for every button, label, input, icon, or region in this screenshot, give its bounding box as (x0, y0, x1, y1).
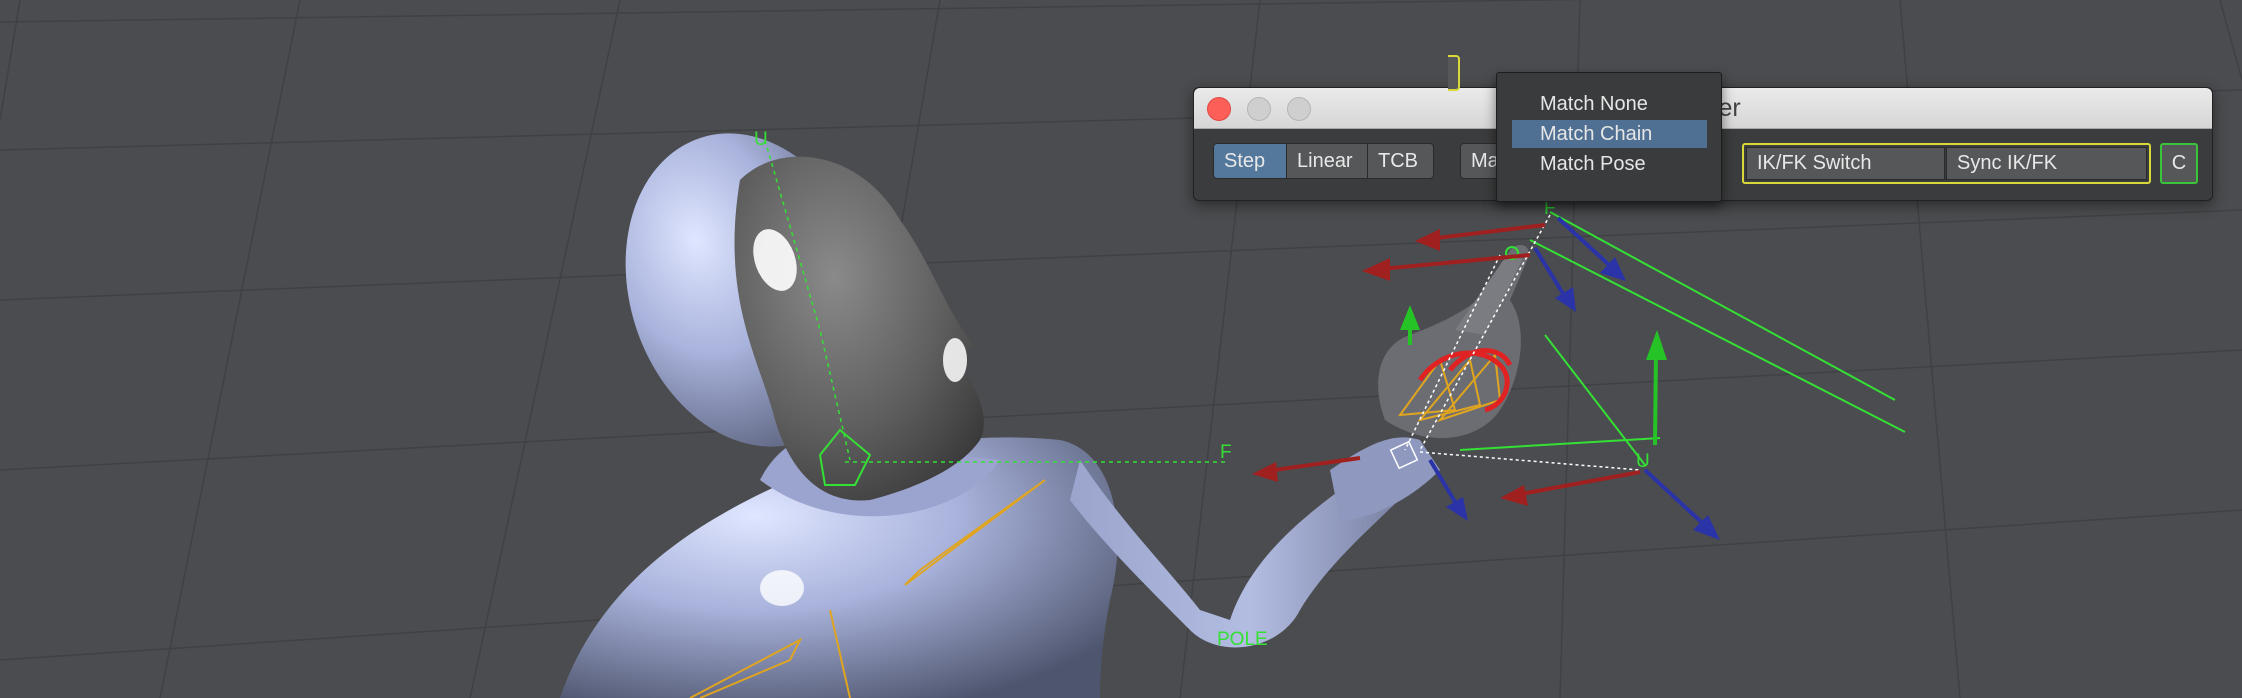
linear-button[interactable]: Linear (1286, 143, 1368, 179)
maximize-button[interactable] (1287, 97, 1311, 121)
cheek-highlight (943, 338, 967, 382)
ikfk-group: IK/FK Switch Sync IK/FK (1742, 143, 2151, 184)
match-menu: Match None Match Chain Match Pose (1496, 72, 1722, 202)
hand-up-label: U (1636, 451, 1650, 472)
sync-ikfk-button[interactable]: Sync IK/FK (1946, 147, 2147, 180)
step-button[interactable]: Step (1213, 143, 1287, 179)
menu-item-match-pose[interactable]: Match Pose (1512, 150, 1707, 178)
match-dropdown-edge (1448, 55, 1460, 91)
menu-item-match-chain[interactable]: Match Chain (1512, 120, 1707, 148)
c-button[interactable]: C (2160, 143, 2198, 184)
head-forward-label: F (1220, 442, 1232, 463)
forearm (1330, 437, 1440, 520)
close-button[interactable] (1207, 97, 1231, 121)
minimize-button[interactable] (1247, 97, 1271, 121)
shoulder-highlight (760, 570, 804, 606)
face (734, 156, 984, 501)
c-button-label: C (2171, 152, 2187, 174)
head-up-label: U (754, 129, 768, 150)
pole-label: POLE (1217, 629, 1268, 650)
ikfk-switch-button[interactable]: IK/FK Switch (1746, 147, 1945, 180)
tcb-button[interactable]: TCB (1367, 143, 1434, 179)
menu-item-match-none[interactable]: Match None (1512, 90, 1707, 118)
